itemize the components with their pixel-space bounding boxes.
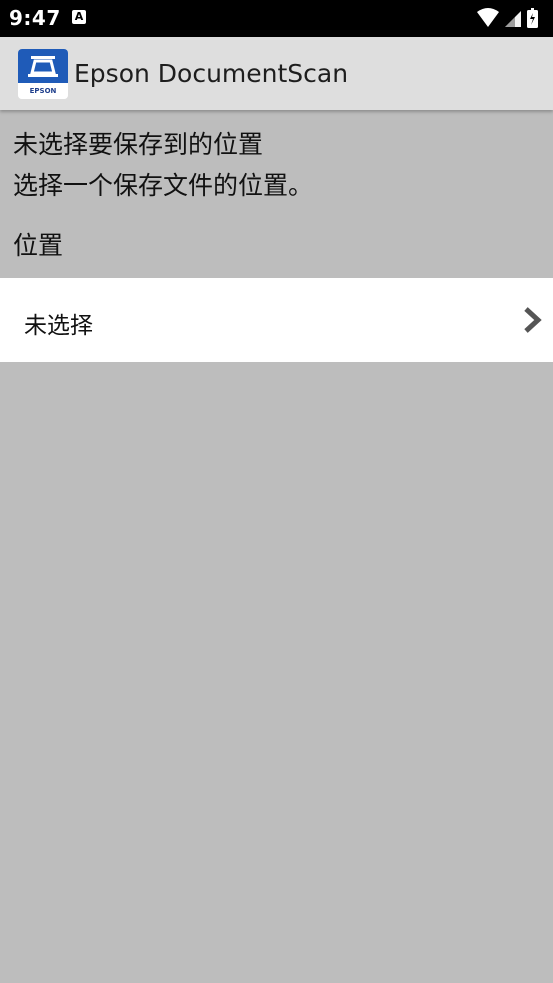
message-title: 未选择要保存到的位置 [13, 130, 264, 159]
notification-icon: A [72, 10, 86, 24]
message-description: 选择一个保存文件的位置。 [13, 171, 314, 200]
location-value: 未选择 [24, 313, 93, 339]
battery-icon [527, 8, 538, 28]
app-logo-icon: EPSON [18, 49, 68, 99]
status-icons [475, 6, 545, 30]
status-bar: 9:47 A [0, 0, 553, 37]
chevron-right-icon [524, 307, 542, 333]
app-logo-brand: EPSON [18, 83, 68, 99]
app-bar: EPSON Epson DocumentScan [0, 37, 553, 110]
location-selector[interactable]: 未选择 [0, 278, 553, 362]
status-message: 未选择要保存到的位置 选择一个保存文件的位置。 [13, 124, 313, 206]
wifi-icon [477, 8, 499, 27]
signal-icon [505, 11, 521, 27]
app-title: Epson DocumentScan [74, 59, 349, 88]
status-time: 9:47 [9, 6, 61, 30]
section-label-location: 位置 [13, 231, 64, 260]
